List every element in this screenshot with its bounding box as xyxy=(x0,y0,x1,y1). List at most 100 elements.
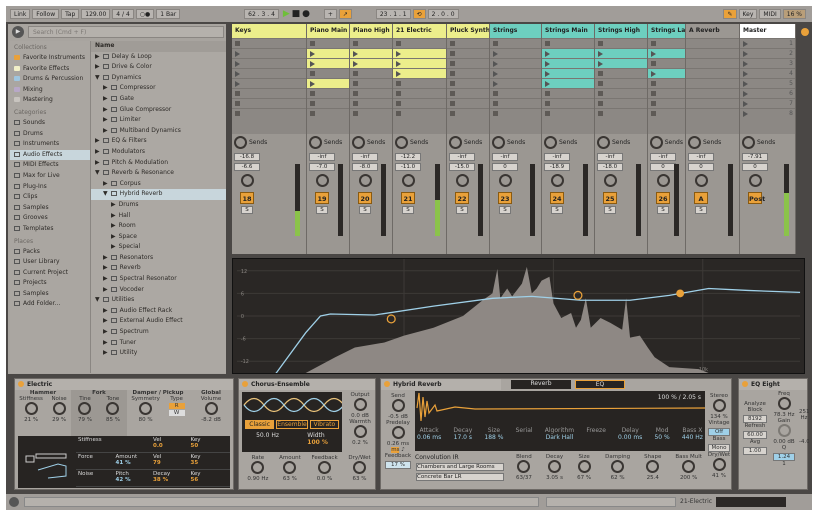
solo-button[interactable]: S xyxy=(241,206,253,214)
volume-field[interactable]: -inf xyxy=(492,153,518,161)
browser-item[interactable]: ▼ Utilities xyxy=(91,295,226,306)
clip-slot[interactable] xyxy=(350,108,392,118)
volume-field[interactable]: -16.8 xyxy=(234,153,260,161)
browser-item[interactable]: ▶ EQ & Filters xyxy=(91,136,226,147)
stop-button-icon[interactable] xyxy=(545,111,550,116)
track-overview[interactable] xyxy=(716,497,786,507)
clip-slot-filled[interactable] xyxy=(350,58,392,68)
clip-launch-icon[interactable] xyxy=(651,71,656,77)
clip-launch-icon[interactable] xyxy=(743,111,748,117)
clip-slot[interactable] xyxy=(232,58,306,68)
clip-launch-icon[interactable] xyxy=(235,61,240,67)
browser-item[interactable]: ▶ Limiter xyxy=(91,115,226,126)
clip-launch-icon[interactable] xyxy=(235,81,240,87)
solo-button[interactable]: S xyxy=(551,206,563,214)
clip-launch-icon[interactable] xyxy=(396,61,401,67)
drywet-knob[interactable] xyxy=(712,458,726,471)
feedback-field[interactable]: 17 % xyxy=(385,461,411,469)
clip-slot[interactable] xyxy=(648,108,685,118)
stop-button-icon[interactable] xyxy=(450,81,455,86)
stop-button-icon[interactable] xyxy=(450,101,455,106)
disclosure-closed-icon[interactable]: ▶ xyxy=(95,63,100,70)
clip-launch-icon[interactable] xyxy=(743,71,748,77)
clip-slot-filled[interactable] xyxy=(542,68,594,78)
solo-button[interactable]: S xyxy=(604,206,616,214)
tab-eq[interactable]: EQ xyxy=(575,380,625,389)
freq-knob[interactable] xyxy=(777,397,791,410)
clip-slot[interactable] xyxy=(447,58,489,68)
send-a-knob[interactable] xyxy=(234,136,247,149)
width-value[interactable]: 100 % xyxy=(307,439,328,446)
midi-map-button[interactable]: MIDI xyxy=(759,9,781,19)
disclosure-open-icon[interactable]: ▼ xyxy=(95,74,100,81)
ir-select[interactable]: Concrete Bar LR xyxy=(416,473,504,481)
collections-item[interactable]: Drums & Percussion xyxy=(10,74,90,85)
decay2-knob[interactable] xyxy=(548,460,562,473)
clip-slot-filled[interactable] xyxy=(595,48,647,58)
clip-slot[interactable] xyxy=(686,38,739,48)
ir-category-select[interactable]: Chambers and Large Rooms xyxy=(416,463,504,471)
track-activator-button[interactable]: 25 xyxy=(603,192,617,204)
bassx-param[interactable]: Bass X 440 Hz xyxy=(682,427,703,441)
track-header[interactable]: Pluck Synth xyxy=(447,24,489,38)
track-activator-button[interactable]: 26 xyxy=(656,192,670,204)
attack-param[interactable]: Attack 0.06 ms xyxy=(417,427,441,441)
clip-slot[interactable] xyxy=(490,58,541,68)
track-activator-button[interactable]: 21 xyxy=(401,192,415,204)
stop-button-icon[interactable] xyxy=(353,41,358,46)
browser-item[interactable]: ▶ Vocoder xyxy=(91,285,226,296)
stop-button-icon[interactable] xyxy=(545,91,550,96)
clip-slot-filled[interactable] xyxy=(350,48,392,58)
clip-slot[interactable] xyxy=(686,58,739,68)
delay-param[interactable]: Delay 0.00 ms xyxy=(618,427,642,441)
disclosure-closed-icon[interactable]: ▶ xyxy=(111,243,116,250)
clip-slot[interactable] xyxy=(307,68,349,78)
clip-slot[interactable] xyxy=(648,98,685,108)
clip-launch-icon[interactable] xyxy=(493,51,498,57)
send-a-knob[interactable] xyxy=(597,136,610,149)
disclosure-closed-icon[interactable]: ▶ xyxy=(103,349,108,356)
clip-slot[interactable]: 8 xyxy=(740,108,795,118)
clip-slot[interactable] xyxy=(595,88,647,98)
browser-item[interactable]: ▶ Audio Effect Rack xyxy=(91,306,226,317)
peak-field[interactable]: 0 xyxy=(650,163,676,171)
track-header[interactable]: Strings Main xyxy=(542,24,594,38)
disclosure-closed-icon[interactable]: ▶ xyxy=(103,328,108,335)
clip-slot-filled[interactable] xyxy=(307,48,349,58)
clip-slot[interactable] xyxy=(648,58,685,68)
clip-slot-filled[interactable] xyxy=(648,68,685,78)
pan-knob[interactable] xyxy=(315,174,329,187)
track-activator-button[interactable]: 24 xyxy=(550,192,564,204)
clip-slot-filled[interactable] xyxy=(542,58,594,68)
post-button[interactable]: Post xyxy=(748,192,765,204)
pan-knob[interactable] xyxy=(455,174,469,187)
browser-item[interactable]: ▶ Corpus xyxy=(91,179,226,190)
stop-button-icon[interactable] xyxy=(235,111,240,116)
block-select[interactable]: 8192 xyxy=(743,415,767,423)
stop-button-icon[interactable] xyxy=(310,71,315,76)
clip-slot[interactable] xyxy=(490,108,541,118)
key-map-button[interactable]: Key xyxy=(738,9,758,19)
clip-launch-icon[interactable] xyxy=(743,91,748,97)
clip-slot-filled[interactable] xyxy=(393,68,446,78)
shape-knob[interactable] xyxy=(646,460,660,473)
clip-slot[interactable] xyxy=(595,78,647,88)
loop-start-field[interactable]: 23 . 1 . 1 xyxy=(375,9,411,19)
stop-button-icon[interactable] xyxy=(310,41,315,46)
clip-slot[interactable] xyxy=(686,108,739,118)
follow-button[interactable]: Follow xyxy=(32,9,60,19)
peak-field[interactable]: -8.0 xyxy=(352,163,378,171)
clip-slot[interactable] xyxy=(350,98,392,108)
solo-button[interactable]: S xyxy=(695,206,707,214)
clip-launch-icon[interactable] xyxy=(545,81,550,87)
stop-button-icon[interactable] xyxy=(450,91,455,96)
clip-launch-icon[interactable] xyxy=(545,61,550,67)
stop-button-icon[interactable] xyxy=(545,41,550,46)
arrangement-position[interactable]: 62 . 3 . 4 xyxy=(244,9,279,19)
amount-knob[interactable] xyxy=(283,461,297,474)
track-header[interactable]: Strings xyxy=(490,24,541,38)
stop-button-icon[interactable] xyxy=(493,91,498,96)
categories-item[interactable]: Clips xyxy=(10,192,90,203)
clip-slot-filled[interactable] xyxy=(648,48,685,58)
clip-slot-filled[interactable] xyxy=(542,78,594,88)
